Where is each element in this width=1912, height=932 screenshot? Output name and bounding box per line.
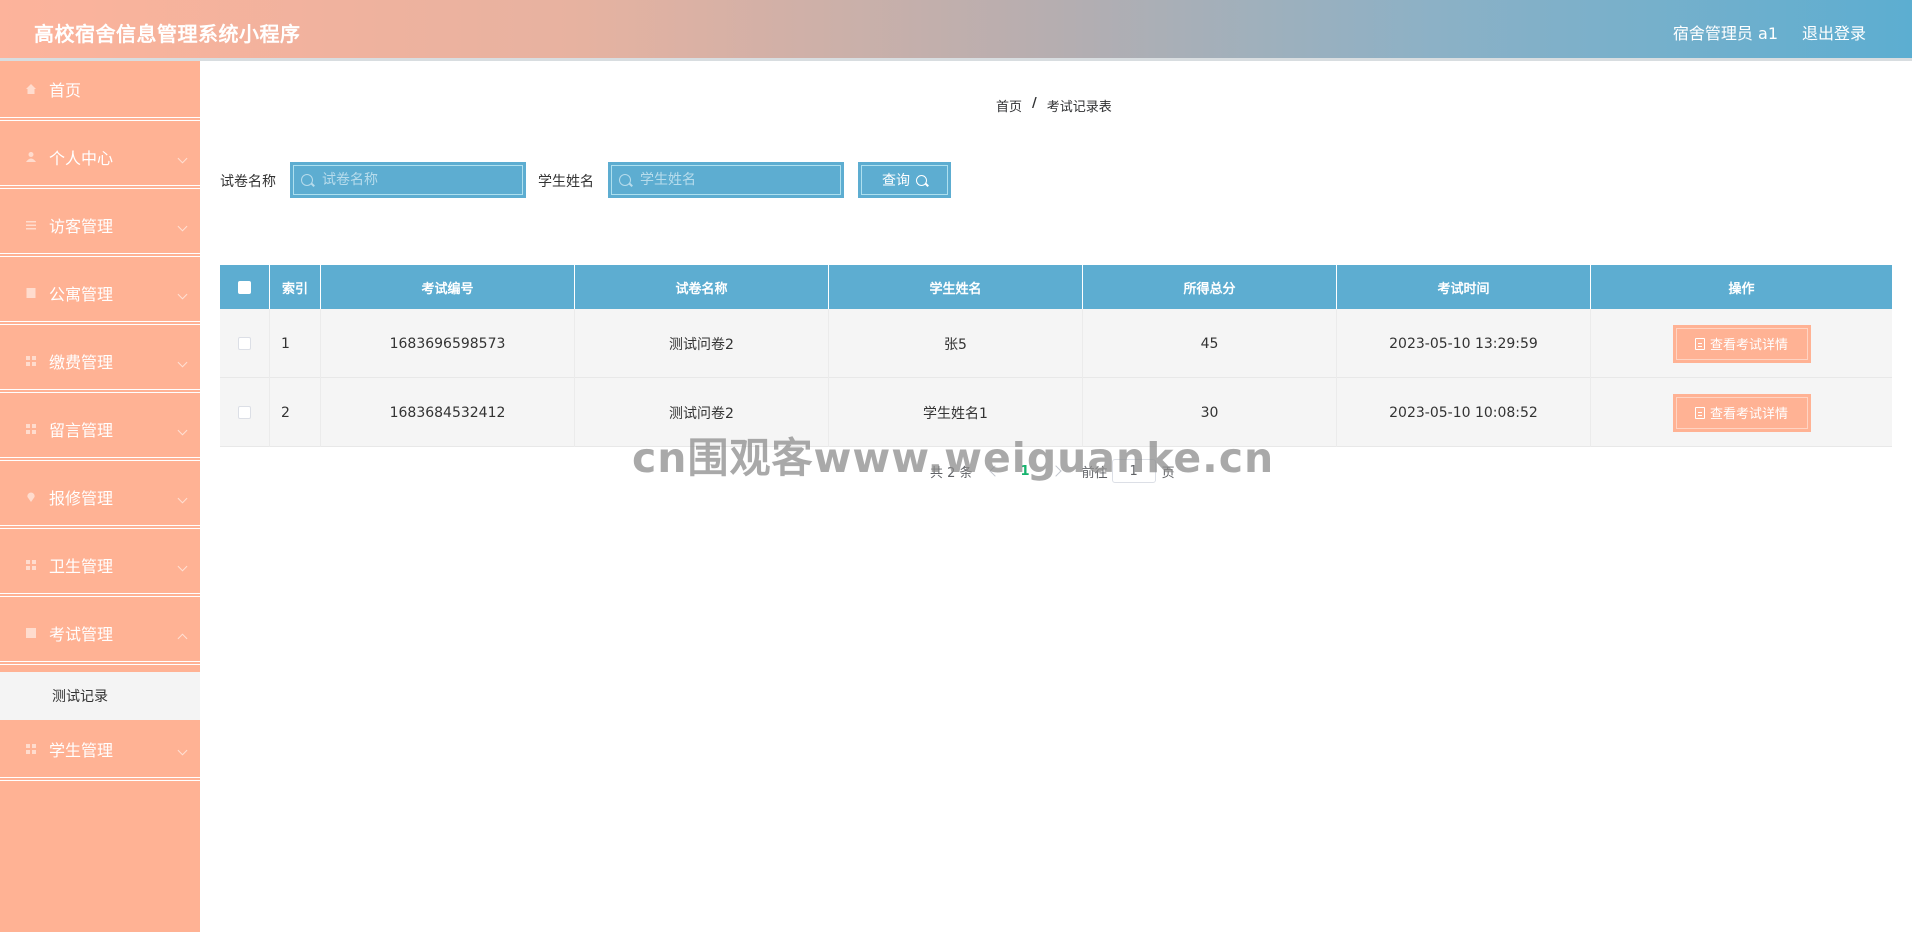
user-icon — [26, 152, 36, 162]
grid-icon — [26, 356, 36, 366]
sidebar-item-label: 个人中心 — [49, 149, 114, 168]
chevron-down-icon — [177, 425, 188, 436]
exam-no-cell: 1683696598573 — [321, 309, 575, 378]
view-exam-details-label: 查看考试详情 — [1709, 338, 1788, 353]
sidebar-item-label: 考试管理 — [49, 625, 114, 644]
breadcrumb-separator: / — [1032, 96, 1037, 111]
column-header: 考试时间 — [1337, 265, 1591, 309]
sidebar-item-label: 访客管理 — [49, 217, 114, 236]
action-cell: 查看考试详情 — [1591, 309, 1892, 378]
grid-icon — [26, 744, 36, 754]
watermark: cn围观客www.weiguanke.cn — [632, 434, 1275, 482]
student-name-search — [608, 162, 844, 198]
breadcrumb-current: 考试记录表 — [1046, 100, 1112, 115]
chevron-down-icon — [177, 221, 188, 232]
home-icon — [26, 84, 36, 94]
action-cell: 查看考试详情 — [1591, 378, 1892, 447]
student-name-label: 学生姓名 — [538, 174, 594, 190]
column-header: 所得总分 — [1083, 265, 1337, 309]
row-checkbox[interactable] — [238, 337, 251, 350]
view-exam-details-label: 查看考试详情 — [1709, 407, 1788, 422]
sidebar-item-apartments[interactable]: 公寓管理 — [0, 265, 200, 325]
sidebar-item-label: 学生管理 — [49, 741, 114, 760]
query-button-label: 查询 — [882, 173, 910, 189]
sidebar-subitem-label: 测试记录 — [52, 689, 108, 705]
sidebar-item-label: 缴费管理 — [49, 353, 114, 372]
chevron-down-icon — [177, 153, 188, 164]
logout-link[interactable]: 退出登录 — [1802, 20, 1866, 44]
chevron-down-icon — [177, 289, 188, 300]
sidebar-item-hygiene[interactable]: 卫生管理 — [0, 537, 200, 597]
score-cell: 45 — [1083, 309, 1337, 378]
row-checkbox[interactable] — [238, 406, 251, 419]
grid-icon — [26, 560, 36, 570]
chevron-down-icon — [177, 357, 188, 368]
search-icon — [916, 174, 927, 186]
chevron-up-icon — [177, 633, 188, 644]
grid-icon — [26, 628, 36, 638]
sidebar-item-label: 留言管理 — [49, 421, 114, 440]
chevron-down-icon — [177, 493, 188, 504]
app-title: 高校宿舍信息管理系统小程序 — [34, 22, 301, 46]
current-user: 宿舍管理员 a1 — [1672, 24, 1778, 43]
sidebar-item-profile[interactable]: 个人中心 — [0, 129, 200, 189]
sidebar-item-label: 卫生管理 — [49, 557, 114, 576]
exam-time-cell: 2023-05-10 10:08:52 — [1337, 378, 1591, 447]
student-name-input[interactable] — [640, 164, 830, 196]
top-header: 高校宿舍信息管理系统小程序 宿舍管理员 a1 退出登录 — [0, 0, 1912, 61]
building-icon — [26, 288, 36, 298]
sidebar: 首页 个人中心 访客管理 公寓管理 缴费管理 留言管理 报修管理 卫生管理 考试… — [0, 61, 200, 932]
index-cell: 2 — [270, 378, 321, 447]
index-cell: 1 — [270, 309, 321, 378]
breadcrumb-home[interactable]: 首页 — [996, 96, 1022, 115]
exam-no-cell: 1683684532412 — [321, 378, 575, 447]
breadcrumb: 首页 / 考试记录表 — [996, 96, 1112, 115]
grid-icon — [26, 424, 36, 434]
sidebar-item-label: 报修管理 — [49, 489, 114, 508]
select-all-cell — [220, 265, 270, 309]
sidebar-item-visitors[interactable]: 访客管理 — [0, 197, 200, 257]
column-header: 操作 — [1728, 281, 1755, 297]
select-all-checkbox[interactable] — [238, 280, 251, 294]
search-icon — [301, 174, 313, 186]
view-exam-details-button[interactable]: 查看考试详情 — [1672, 324, 1811, 363]
sidebar-item-home[interactable]: 首页 — [0, 61, 200, 121]
sidebar-item-students[interactable]: 学生管理 — [0, 721, 200, 781]
column-header: 学生姓名 — [829, 265, 1083, 309]
sidebar-item-repairs[interactable]: 报修管理 — [0, 469, 200, 529]
list-icon — [26, 221, 36, 230]
query-button[interactable]: 查询 — [858, 162, 951, 198]
sidebar-item-messages[interactable]: 留言管理 — [0, 401, 200, 461]
view-exam-details-button[interactable]: 查看考试详情 — [1672, 393, 1811, 432]
sidebar-item-label: 首页 — [49, 81, 82, 100]
chevron-down-icon — [177, 561, 188, 572]
row-select-cell — [220, 378, 270, 447]
column-header: 试卷名称 — [575, 265, 829, 309]
search-icon — [619, 174, 631, 186]
sidebar-item-exams[interactable]: 考试管理 — [0, 605, 200, 665]
paper-name-label: 试卷名称 — [220, 174, 276, 190]
exam-time-cell: 2023-05-10 13:29:59 — [1337, 309, 1591, 378]
paper-name-input[interactable] — [322, 164, 512, 196]
chevron-down-icon — [177, 745, 188, 756]
document-icon — [1694, 337, 1705, 350]
location-icon — [27, 492, 35, 502]
row-select-cell — [220, 309, 270, 378]
table-header: 索引 考试编号 试卷名称 学生姓名 所得总分 考试时间 操作 — [220, 265, 1892, 309]
sidebar-item-label: 公寓管理 — [49, 285, 114, 304]
sidebar-item-payments[interactable]: 缴费管理 — [0, 333, 200, 393]
table-row: 1 1683696598573 测试问卷2 张5 45 2023-05-10 1… — [220, 309, 1892, 378]
document-icon — [1694, 406, 1705, 419]
sidebar-subitem-test-records[interactable]: 测试记录 — [0, 672, 200, 720]
column-header: 索引 — [270, 265, 321, 309]
paper-name-cell: 测试问卷2 — [575, 309, 829, 378]
paper-name-search — [290, 162, 526, 198]
exam-records-table: 索引 考试编号 试卷名称 学生姓名 所得总分 考试时间 操作 1 1683696… — [220, 265, 1892, 447]
student-name-cell: 张5 — [829, 309, 1083, 378]
column-header: 考试编号 — [321, 265, 575, 309]
